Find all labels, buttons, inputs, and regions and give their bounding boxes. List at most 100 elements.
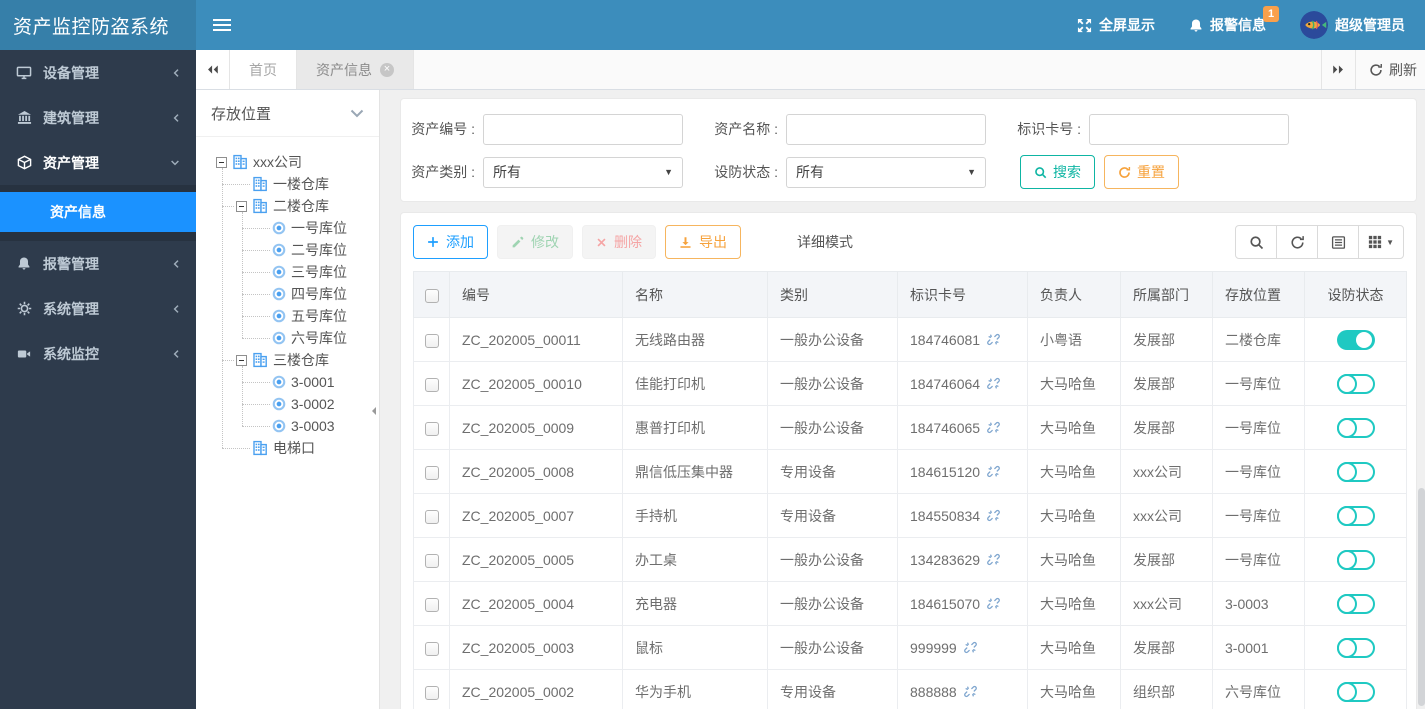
asset-no-input[interactable] [483, 113, 683, 145]
export-button[interactable]: 导出 [665, 225, 741, 259]
arm-toggle[interactable] [1336, 637, 1375, 658]
tab-close-icon[interactable]: × [380, 62, 394, 77]
row-checkbox[interactable] [424, 421, 439, 436]
tree-collapse-handle[interactable] [368, 398, 378, 424]
tabs-scroll-left-button[interactable] [196, 50, 230, 89]
card-number: 184615070 [910, 595, 981, 612]
row-checkbox[interactable] [424, 685, 439, 700]
asset-owner: 大马哈鱼 [1040, 683, 1096, 700]
unlink-icon[interactable] [963, 641, 977, 654]
sidebar-item-system[interactable]: 系统管理 [0, 286, 196, 331]
alarm-button[interactable]: 报警信息 1 [1189, 6, 1279, 35]
reset-button-label: 重置 [1137, 164, 1165, 180]
asset-dept: xxx公司 [1133, 507, 1182, 524]
tree-expander-icon[interactable] [216, 156, 227, 168]
table-row: ZC_202005_0008 鼎信低压集中器 专用设备 184615120 大马哈鱼 xx… [413, 449, 1407, 494]
tree-node[interactable]: 3-0002 [272, 393, 335, 415]
unlink-icon[interactable] [987, 597, 1000, 610]
tabs-scroll-right-button[interactable] [1321, 50, 1355, 89]
unlink-icon[interactable] [987, 333, 1000, 346]
asset-location: 一号库位 [1225, 463, 1281, 480]
add-button[interactable]: 添加 [413, 225, 488, 259]
unlink-icon[interactable] [963, 685, 977, 698]
tab-asset-info[interactable]: 资产信息 × [297, 50, 414, 89]
search-button[interactable]: 搜索 [1020, 155, 1095, 189]
tree-node[interactable]: 3-0001 [272, 371, 335, 393]
tab-home[interactable]: 首页 [230, 50, 297, 89]
tree-node-label: 一号库位 [291, 220, 347, 236]
table-refresh-button[interactable] [1276, 225, 1319, 259]
tree-node[interactable]: 三楼仓库 [236, 349, 329, 371]
user-menu[interactable]: 超级管理员 [1300, 11, 1405, 39]
row-checkbox[interactable] [424, 641, 439, 656]
table-search-button[interactable] [1235, 225, 1278, 259]
row-checkbox[interactable] [424, 509, 439, 524]
radio-icon [272, 221, 286, 235]
tree-node[interactable]: 电梯口 [252, 437, 315, 459]
tree-expander-icon[interactable] [236, 354, 247, 366]
tree-node[interactable]: 三号库位 [272, 261, 347, 283]
asset-id: ZC_202005_00011 [462, 331, 581, 348]
sidebar-item-alarm[interactable]: 报警管理 [0, 241, 196, 286]
row-checkbox[interactable] [424, 597, 439, 612]
tab-bar: 首页 资产信息 × 刷新 [196, 50, 1425, 90]
arm-state-select[interactable]: 所有 ▼ [786, 156, 986, 188]
arm-toggle[interactable] [1336, 373, 1375, 394]
tree-expander-icon[interactable] [236, 200, 247, 212]
table-columns-button[interactable]: ▼ [1358, 225, 1404, 259]
delete-button[interactable]: 删除 [582, 225, 656, 259]
app-logo[interactable]: 资产监控防盗系统 [0, 0, 196, 50]
sidebar-item-device[interactable]: 设备管理 [0, 50, 196, 95]
chevron-left-icon [172, 303, 181, 315]
unlink-icon[interactable] [987, 377, 1000, 390]
unlink-icon[interactable] [987, 553, 1000, 566]
select-all-checkbox[interactable] [424, 288, 439, 303]
arm-toggle[interactable] [1336, 549, 1375, 570]
row-checkbox[interactable] [424, 465, 439, 480]
unlink-icon[interactable] [987, 509, 1000, 522]
tree-node[interactable]: xxx公司 [216, 151, 302, 173]
edit-button[interactable]: 修改 [497, 225, 573, 259]
fullscreen-button[interactable]: 全屏显示 [1077, 15, 1155, 35]
asset-name-input[interactable] [786, 113, 986, 145]
row-checkbox[interactable] [424, 333, 439, 348]
chevron-down-icon[interactable] [350, 109, 364, 118]
tree-node[interactable]: 一号库位 [272, 217, 347, 239]
tree-node[interactable]: 一楼仓库 [252, 173, 329, 195]
sidebar-toggle-icon[interactable] [213, 19, 231, 31]
tab-refresh-button[interactable]: 刷新 [1355, 50, 1425, 89]
sidebar-item-building[interactable]: 建筑管理 [0, 95, 196, 140]
tree-node[interactable]: 四号库位 [272, 283, 347, 305]
category-select[interactable]: 所有 ▼ [483, 156, 683, 188]
card-no-input[interactable] [1089, 113, 1289, 145]
sidebar-subitem-asset-info[interactable]: 资产信息 [0, 192, 196, 232]
arm-toggle[interactable] [1336, 593, 1375, 614]
arm-toggle[interactable] [1336, 329, 1375, 350]
row-checkbox[interactable] [424, 377, 439, 392]
unlink-icon[interactable] [987, 465, 1000, 478]
tree-node[interactable]: 二号库位 [272, 239, 347, 261]
tree-node[interactable]: 六号库位 [272, 327, 347, 349]
sidebar-item-label: 系统管理 [43, 300, 99, 317]
tree-node[interactable]: 五号库位 [272, 305, 347, 327]
chevron-left-icon [172, 348, 181, 360]
tree-node[interactable]: 二楼仓库 [236, 195, 329, 217]
row-checkbox[interactable] [424, 553, 439, 568]
unlink-icon[interactable] [987, 421, 1000, 434]
tree-node[interactable]: 3-0003 [272, 415, 335, 437]
reset-button[interactable]: 重置 [1104, 155, 1179, 189]
sidebar-subitem-label: 资产信息 [50, 204, 106, 220]
arm-toggle[interactable] [1336, 417, 1375, 438]
sidebar-item-asset[interactable]: 资产管理 [0, 140, 196, 185]
arm-toggle[interactable] [1336, 461, 1375, 482]
page-scrollbar-thumb[interactable] [1418, 488, 1425, 706]
table-detail-view-button[interactable] [1317, 225, 1360, 259]
arm-toggle[interactable] [1336, 681, 1375, 702]
arm-toggle[interactable] [1336, 505, 1375, 526]
sidebar-item-monitoring[interactable]: 系统监控 [0, 331, 196, 376]
asset-owner: 大马哈鱼 [1040, 375, 1096, 392]
x-icon [596, 237, 607, 248]
tree-connector [241, 338, 270, 339]
camera-icon [15, 347, 33, 361]
top-header: 资产监控防盗系统 全屏显示 报警信息 1 超级管理员 [0, 0, 1425, 50]
